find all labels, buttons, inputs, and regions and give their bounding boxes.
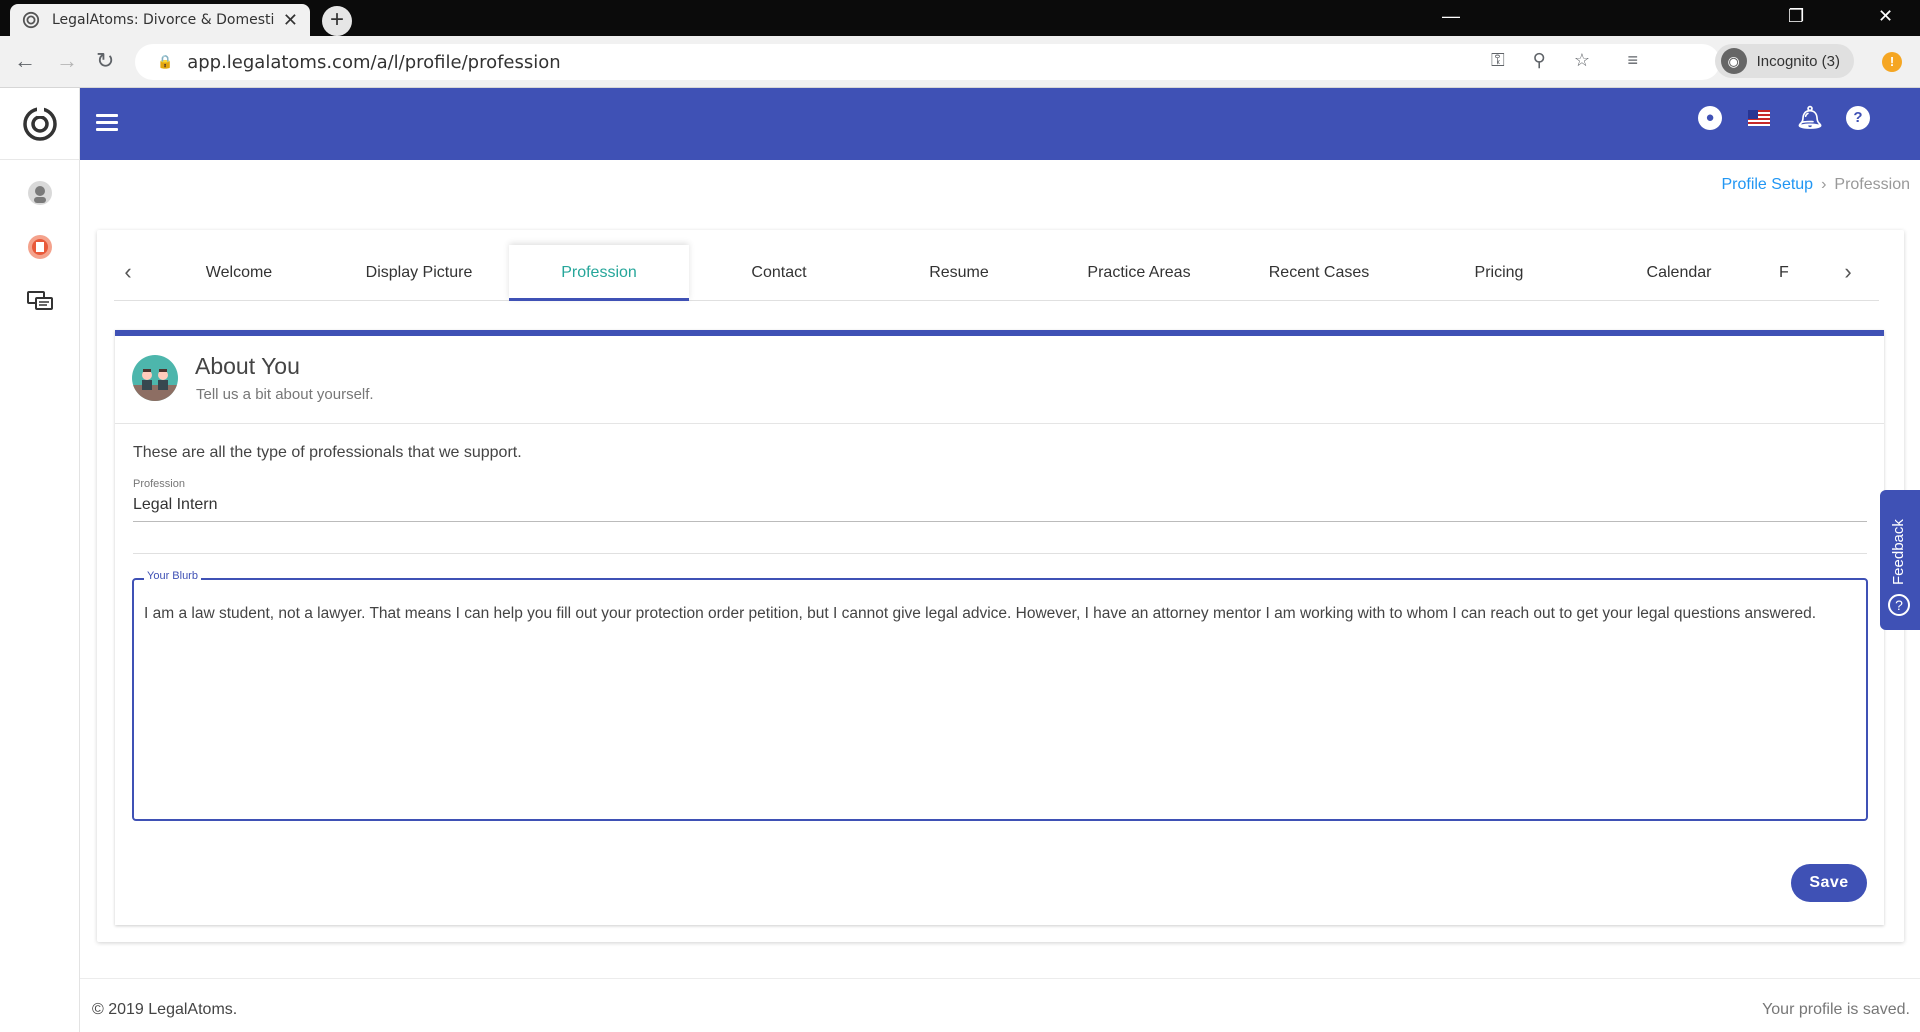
incognito-indicator[interactable]: ◉ Incognito (3) [1714, 44, 1854, 78]
minimize-icon[interactable]: — [1442, 6, 1460, 27]
legalatoms-logo-icon [22, 105, 57, 141]
back-icon[interactable]: ← [14, 48, 36, 74]
breadcrumb-current: Profession [1834, 176, 1910, 193]
tab-display-picture[interactable]: Display Picture [329, 245, 509, 301]
profile-setup-card: ‹ Welcome Display Picture Profession Con… [97, 230, 1904, 942]
blurb-textarea[interactable]: Your Blurb I am a law student, not a law… [132, 570, 1868, 821]
browser-tab[interactable]: LegalAtoms: Divorce & Domestic ✕ [10, 4, 310, 36]
footer: © 2019 LegalAtoms. Your profile is saved… [80, 978, 1920, 1032]
copyright-text: © 2019 LegalAtoms. [92, 1001, 238, 1018]
update-alert-icon[interactable]: ! [1882, 52, 1902, 72]
browser-tabstrip: LegalAtoms: Divorce & Domestic ✕ + — ❐ ✕ [0, 0, 1920, 36]
tab-pricing[interactable]: Pricing [1409, 245, 1589, 301]
breadcrumb-separator: › [1821, 176, 1827, 193]
blurb-label: Your Blurb [144, 570, 201, 582]
media-queue-icon[interactable]: ≡ [1627, 50, 1638, 71]
tab-partial[interactable]: F [1769, 245, 1829, 301]
legalatoms-favicon-icon [22, 11, 40, 29]
address-bar[interactable]: 🔒 app.legalatoms.com/a/l/profile/profess… [135, 44, 1720, 80]
notifications-icon[interactable]: 🔔︎ [1796, 106, 1824, 130]
case-search-icon [28, 235, 52, 259]
support-agent-icon [28, 181, 52, 205]
sidebar-item-messages[interactable] [0, 274, 80, 328]
tab-calendar[interactable]: Calendar [1589, 245, 1769, 301]
breadcrumb-profile-setup[interactable]: Profile Setup [1721, 176, 1813, 194]
tabs-prev-icon[interactable]: ‹ [114, 259, 142, 285]
omnibox-actions: ⚿ ⚲ ☆ [1491, 50, 1590, 71]
tab-practice-areas[interactable]: Practice Areas [1049, 245, 1229, 301]
url-text: app.legalatoms.com/a/l/profile/professio… [187, 51, 561, 73]
feedback-tab[interactable]: Feedback ? [1880, 490, 1920, 630]
close-tab-icon[interactable]: ✕ [283, 10, 298, 31]
profile-tabs: ‹ Welcome Display Picture Profession Con… [114, 245, 1879, 301]
profession-select[interactable]: Legal Intern [133, 494, 1867, 522]
restore-icon[interactable]: ❐ [1788, 6, 1804, 27]
reload-icon[interactable]: ↻ [96, 48, 114, 74]
support-text: These are all the type of professionals … [133, 444, 522, 461]
tab-recent-cases[interactable]: Recent Cases [1229, 245, 1409, 301]
app-logo[interactable] [0, 88, 79, 160]
lock-icon: 🔒 [157, 54, 174, 69]
blurb-text[interactable]: I am a law student, not a lawyer. That m… [144, 604, 1856, 624]
help-icon[interactable]: ? [1846, 106, 1870, 130]
incognito-icon: ◉ [1720, 48, 1747, 74]
professionals-avatar-icon [132, 355, 178, 401]
app-header: ● 🔔︎ ? [80, 88, 1920, 160]
new-tab-button[interactable]: + [322, 6, 352, 36]
tab-resume[interactable]: Resume [869, 245, 1049, 301]
tabs-next-icon[interactable]: › [1834, 259, 1862, 285]
browser-toolbar: ← → ↻ 🔒 app.legalatoms.com/a/l/profile/p… [0, 36, 1920, 88]
sidebar-item-support[interactable] [0, 166, 80, 220]
about-you-section: About You Tell us a bit about yourself. … [115, 330, 1884, 925]
tab-profession[interactable]: Profession [509, 245, 689, 301]
about-title: About You [195, 353, 300, 379]
feedback-icon: ? [1888, 594, 1910, 616]
feedback-label: Feedback [1890, 519, 1907, 585]
breadcrumb: Profile Setup › Profession [1721, 176, 1910, 194]
save-status-text: Your profile is saved. [1762, 1001, 1910, 1018]
incognito-label: Incognito (3) [1756, 52, 1840, 70]
account-icon[interactable]: ● [1698, 106, 1722, 130]
key-icon[interactable]: ⚿ [1491, 50, 1505, 71]
star-icon[interactable]: ☆ [1574, 50, 1590, 71]
chat-icon [27, 291, 53, 310]
header-actions: ● 🔔︎ ? [1698, 106, 1870, 130]
app-sidebar [0, 88, 80, 1032]
zoom-icon[interactable]: ⚲ [1533, 50, 1546, 71]
close-window-icon[interactable]: ✕ [1878, 6, 1893, 27]
browser-tab-title: LegalAtoms: Divorce & Domestic [52, 12, 275, 28]
menu-icon[interactable] [92, 110, 122, 138]
us-flag-icon[interactable] [1748, 110, 1770, 126]
profession-label: Profession [133, 478, 185, 490]
divider [133, 553, 1867, 554]
save-button[interactable]: Save [1791, 864, 1867, 902]
tab-welcome[interactable]: Welcome [149, 245, 329, 301]
about-header: About You Tell us a bit about yourself. [115, 336, 1884, 424]
tab-contact[interactable]: Contact [689, 245, 869, 301]
about-subtitle: Tell us a bit about yourself. [196, 386, 374, 403]
sidebar-item-cases[interactable] [0, 220, 80, 274]
forward-icon[interactable]: → [56, 48, 78, 74]
